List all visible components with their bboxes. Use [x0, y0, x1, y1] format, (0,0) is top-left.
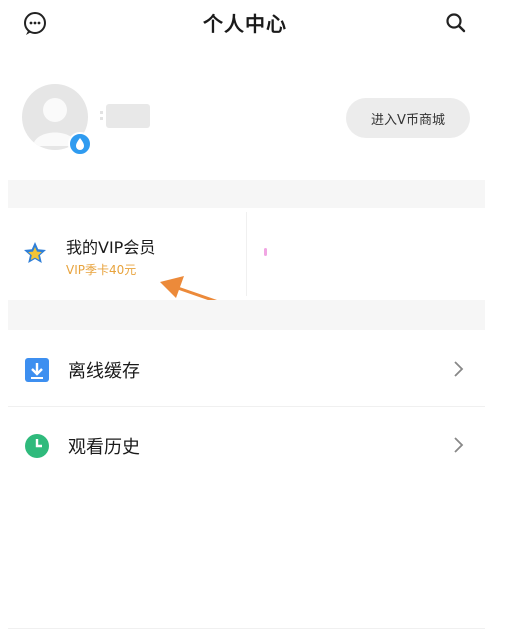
chevron-right-icon — [454, 437, 464, 453]
menu-item-label: 观看历史 — [68, 437, 140, 458]
download-icon — [25, 358, 49, 382]
vip-side-indicator — [264, 248, 267, 256]
bottom-divider — [8, 628, 485, 629]
username-obscured — [100, 104, 150, 128]
vip-promo-text[interactable]: VIP季卡40元 — [66, 261, 136, 278]
chevron-right-icon — [454, 361, 464, 377]
water-drop-icon — [76, 138, 84, 150]
avatar-badge — [68, 132, 92, 156]
header-bar: 个人中心 — [0, 0, 490, 46]
personal-center-page: 个人中心 进入V币商城 我的VIP会员 VIP季卡40元 离线缓存 观看历史 — [0, 0, 508, 643]
menu-item-label: 离线缓存 — [68, 361, 140, 382]
menu-item-offline-cache[interactable]: 离线缓存 — [8, 331, 485, 407]
enter-vcoin-shop-button[interactable]: 进入V币商城 — [346, 98, 470, 138]
page-title: 个人中心 — [203, 12, 287, 36]
section-divider — [8, 300, 485, 330]
star-icon — [24, 242, 46, 263]
vip-title: 我的VIP会员 — [66, 238, 156, 257]
clock-icon — [25, 434, 49, 458]
search-icon[interactable] — [444, 11, 468, 35]
section-divider — [8, 180, 485, 208]
menu-item-watch-history[interactable]: 观看历史 — [8, 407, 485, 483]
